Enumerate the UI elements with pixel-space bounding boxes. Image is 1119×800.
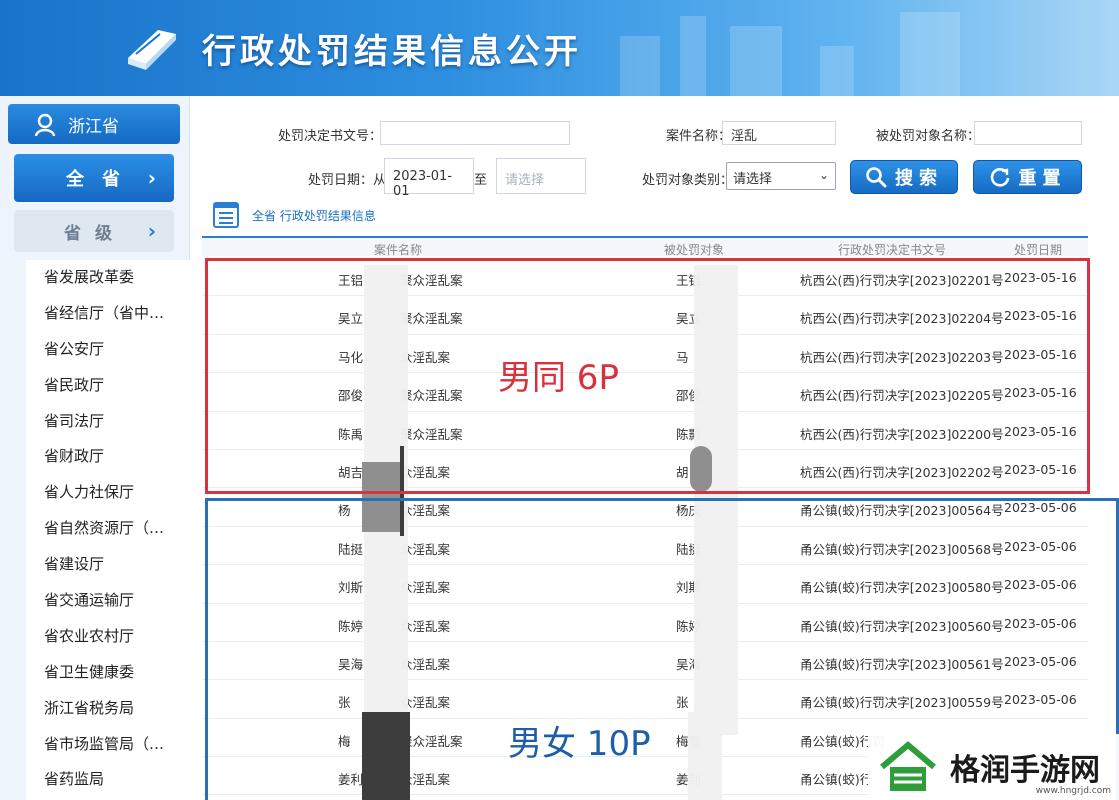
skyline — [900, 12, 960, 96]
sidebar-item[interactable]: 省人力社保厅 — [26, 475, 190, 511]
breadcrumb: 全省 行政处罚结果信息 — [212, 200, 376, 230]
watermark-url: www.hngrjd.com — [1035, 786, 1111, 796]
sidebar-item[interactable]: 省农业农村厅 — [26, 619, 190, 655]
search-icon — [866, 167, 887, 188]
column-header-doc: 行政处罚决定书文号 — [838, 243, 947, 257]
chevron-right-icon: › — [147, 219, 156, 243]
list-icon — [213, 202, 239, 228]
sidebar-item[interactable]: 省司法厅 — [26, 404, 190, 440]
case-name-input[interactable]: 淫乱 — [722, 121, 836, 145]
red-highlight-frame — [205, 258, 1090, 494]
column-header-date: 处罚日期 — [1014, 243, 1063, 257]
sidebar-item[interactable]: 省民政厅 — [26, 368, 190, 404]
sidebar-item[interactable]: 省经信厅（省中… — [26, 296, 190, 332]
province-label: 浙江省 — [68, 116, 119, 137]
date-to-input[interactable]: 请选择 — [496, 158, 586, 194]
sidebar-item[interactable]: 省自然资源厅（… — [26, 511, 190, 547]
doc-no-input[interactable] — [380, 121, 570, 145]
date-to-label: 至 — [474, 173, 488, 188]
sidebar-item[interactable]: 省市场监管局（… — [26, 727, 190, 763]
sidebar: 浙江省 全省 › 省级 › 省发展改革委 省经信厅（省中… 省公安厅 省民政厅 省司法厅… — [0, 96, 190, 800]
sidebar-item[interactable]: 省卫生健康委 — [26, 655, 190, 691]
target-type-label: 处罚对象类别： — [642, 173, 734, 188]
province-level-button[interactable]: 省级 › — [14, 210, 174, 252]
search-button[interactable]: 搜索 — [850, 160, 958, 194]
refresh-icon — [990, 168, 1009, 187]
all-province-button[interactable]: 全省 › — [14, 154, 174, 202]
red-annotation: 男同 6P — [498, 358, 619, 398]
watermark-brand: 格润手游网 — [950, 753, 1100, 788]
skyline — [620, 36, 660, 96]
sidebar-item[interactable]: 省交通运输厅 — [26, 583, 190, 619]
page-title: 行政处罚结果信息公开 — [202, 32, 582, 72]
date-from-input[interactable]: 2023-01-01 — [384, 158, 474, 199]
province-button[interactable]: 浙江省 — [8, 104, 180, 144]
skyline — [680, 16, 706, 96]
skyline — [730, 26, 782, 96]
column-header-target: 被处罚对象 — [664, 243, 725, 257]
target-type-value: 请选择 — [733, 172, 773, 187]
house-logo-icon — [880, 741, 936, 791]
watermark: 格润手游网 www.hngrjd.com — [868, 734, 1119, 800]
chevron-right-icon: › — [147, 166, 156, 190]
doc-no-label: 处罚决定书文号： — [278, 129, 383, 144]
sidebar-item[interactable]: 省财政厅 — [26, 439, 190, 475]
breadcrumb-text: 全省 行政处罚结果信息 — [252, 208, 376, 223]
date-label: 处罚日期：从 — [308, 173, 387, 188]
sidebar-item[interactable]: 省药监局 — [26, 762, 190, 798]
sidebar-item[interactable]: 浙江省税务局 — [26, 691, 190, 727]
sidebar-item[interactable]: 省发展改革委 — [26, 260, 190, 296]
reset-button[interactable]: 重置 — [973, 160, 1082, 194]
sidebar-item[interactable]: 省建设厅 — [26, 547, 190, 583]
all-label: 全省 — [66, 169, 138, 190]
target-name-input[interactable] — [974, 121, 1082, 145]
sidebar-item[interactable]: 省公安厅 — [26, 332, 190, 368]
table-header: 案件名称 被处罚对象 行政处罚决定书文号 处罚日期 — [202, 236, 1088, 257]
search-label: 搜索 — [895, 168, 943, 189]
skyline — [820, 46, 854, 96]
blue-annotation: 男女 10P — [508, 724, 651, 764]
user-pin-icon — [34, 113, 56, 137]
column-header-case: 案件名称 — [374, 243, 423, 257]
chevron-down-icon: ⌄ — [818, 168, 829, 182]
book-logo-icon — [128, 30, 176, 70]
reset-label: 重置 — [1018, 168, 1067, 189]
target-type-select[interactable]: 请选择 ⌄ — [726, 162, 836, 190]
level-label: 省级 — [64, 223, 126, 244]
target-name-label: 被处罚对象名称： — [876, 129, 981, 144]
header-banner: 行政处罚结果信息公开 — [0, 0, 1119, 96]
department-list: 省发展改革委 省经信厅（省中… 省公安厅 省民政厅 省司法厅 省财政厅 省人力社保厅 省自然资… — [26, 260, 190, 800]
